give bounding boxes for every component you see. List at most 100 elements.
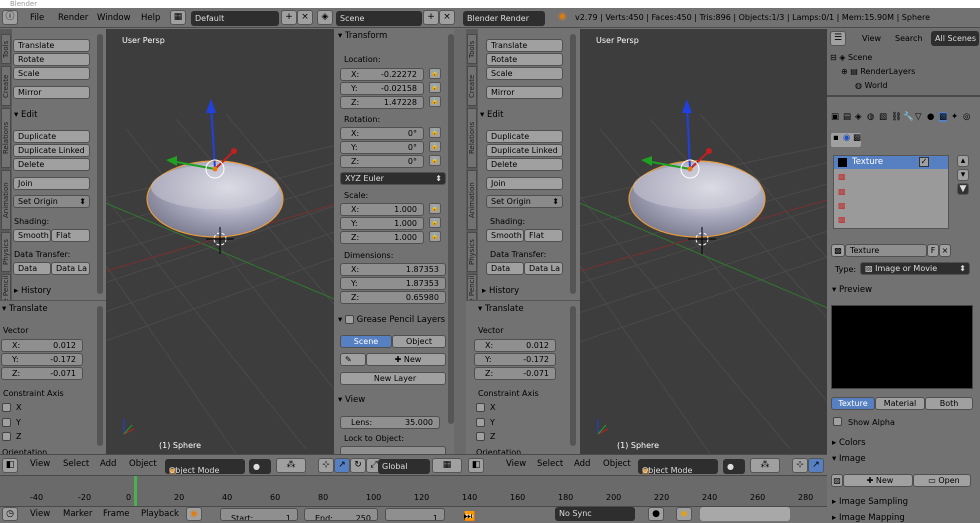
lock-icon[interactable]: 🔒 — [429, 141, 441, 152]
preview-range-icon[interactable]: ◉ — [186, 507, 202, 521]
layout-selector[interactable]: Default — [191, 11, 279, 26]
end-frame-field[interactable]: End: 250 — [304, 508, 378, 521]
mode-selector[interactable]: ▣ Object Mode — [165, 459, 245, 474]
constraint-z-checkbox[interactable] — [2, 432, 11, 441]
texture-enable-checkbox[interactable]: ✓ — [919, 157, 929, 167]
texture-slot-row[interactable]: Texture — [834, 156, 948, 169]
data-layout-button[interactable]: Data La — [51, 262, 90, 275]
location-z-field[interactable]: Z: 1.47228 — [340, 96, 424, 109]
lock-icon[interactable]: 🔒 — [429, 68, 441, 79]
render-engine-selector[interactable]: Blender Render — [463, 11, 545, 26]
mirror-button[interactable]: Mirror — [486, 86, 563, 99]
view-menu[interactable]: View — [506, 459, 526, 469]
view-menu[interactable]: View — [30, 459, 50, 469]
location-y-field[interactable]: Y: -0.02158 — [340, 82, 424, 95]
editor-type-3d-icon[interactable]: ◧ — [2, 458, 18, 473]
translate-button[interactable]: Translate — [486, 39, 563, 52]
texture-slot-list[interactable]: Texture ✓ ▩ ▩ ▩ ▩ — [833, 155, 949, 229]
set-origin-dropdown[interactable]: Set Origin ⬍ — [486, 195, 563, 208]
show-alpha-checkbox[interactable] — [833, 417, 842, 426]
scale-z-field[interactable]: Z: 1.000 — [340, 231, 424, 244]
scene-icon[interactable]: ◈ — [317, 10, 333, 25]
select-menu[interactable]: Select — [537, 459, 563, 469]
layout-icon[interactable]: ▦ — [170, 10, 186, 25]
texture-name-field[interactable]: Texture — [845, 244, 927, 257]
object-menu[interactable]: Object — [603, 459, 631, 469]
duplicate-linked-button[interactable]: Duplicate Linked — [486, 144, 563, 157]
playback-controls[interactable]: ⏮ ⏪ ◀ ▶ ⏩ ⏭ — [464, 508, 550, 522]
layers-icon[interactable]: ▦ — [432, 458, 462, 473]
history-panel-header[interactable]: ▸ History — [482, 286, 519, 296]
tool-shelf-scrollbar[interactable] — [97, 34, 103, 294]
image-browse-icon[interactable]: ▨ — [831, 474, 843, 487]
join-button[interactable]: Join — [13, 177, 90, 190]
data-button[interactable]: Data — [13, 262, 51, 275]
lock-icon[interactable]: 🔒 — [429, 217, 441, 228]
tab-tools[interactable]: Tools — [1, 34, 11, 64]
rotation-x-field[interactable]: X: 0° — [340, 127, 424, 140]
dimension-y-field[interactable]: Y: 1.87353 — [340, 277, 446, 290]
mode-selector[interactable]: ▣ Object Mode — [638, 459, 718, 474]
render-layers-icon[interactable]: ▤ — [843, 112, 851, 122]
constraint-x-checkbox[interactable] — [2, 403, 11, 412]
tab-physics[interactable]: Physics — [1, 232, 11, 272]
lock-icon[interactable]: 🔒 — [429, 203, 441, 214]
timeline-view-menu[interactable]: View — [30, 509, 50, 519]
slot-specials-icon[interactable]: ▼ — [957, 183, 969, 195]
shading-selector[interactable]: ● — [249, 459, 271, 474]
preview-panel-header[interactable]: ▾ Preview — [832, 285, 872, 295]
rotation-z-field[interactable]: Z: 0° — [340, 155, 424, 168]
delete-button[interactable]: Delete — [486, 158, 563, 171]
vector-z-field[interactable]: Z: -0.071 — [474, 367, 556, 380]
edit-panel-header[interactable]: ▾ Edit — [14, 110, 37, 120]
manipulator-icon[interactable]: ⊹ — [318, 458, 334, 473]
gp-scene-tab[interactable]: Scene — [340, 335, 392, 348]
info-editor-icon[interactable]: ⓘ — [2, 10, 18, 25]
lens-field[interactable]: Lens: 35.000 — [340, 416, 440, 429]
rotation-mode-dropdown[interactable]: XYZ Euler ⬍ — [340, 172, 446, 185]
move-down-icon[interactable]: ▾ — [957, 169, 969, 181]
vector-y-field[interactable]: Y: -0.172 — [474, 353, 556, 366]
pivot-icon[interactable]: ⁂ — [276, 458, 306, 473]
view-panel-header[interactable]: ▾ View — [338, 395, 365, 405]
empty-texture-slot-icon[interactable]: ▩ — [838, 201, 846, 210]
manipulator-icon[interactable]: ⊹ — [792, 458, 808, 473]
add-menu[interactable]: Add — [100, 459, 116, 469]
grease-pencil-layers-header[interactable]: ▾ Grease Pencil Layers — [338, 315, 445, 325]
lock-icon[interactable]: 🔒 — [429, 127, 441, 138]
grease-pencil-checkbox[interactable] — [344, 315, 354, 324]
empty-texture-slot-icon[interactable]: ▩ — [838, 172, 846, 181]
texture-context-buttons[interactable]: ▪ ◉ ▩ — [831, 133, 861, 147]
remove-layout-icon[interactable]: × — [297, 10, 313, 25]
vector-x-field[interactable]: X: 0.012 — [474, 339, 556, 352]
record-icon[interactable]: ● — [648, 507, 664, 521]
material-icon[interactable]: ◉ — [843, 133, 850, 143]
lock-icon[interactable]: 🔒 — [429, 231, 441, 242]
translate-manipulator-icon[interactable]: ↗ — [334, 458, 350, 473]
outliner-search-menu[interactable]: Search — [895, 34, 922, 43]
image-panel-header[interactable]: ▾ Image — [832, 454, 866, 464]
duplicate-button[interactable]: Duplicate — [486, 130, 563, 143]
delete-button[interactable]: Delete — [13, 158, 90, 171]
edit-panel-header[interactable]: ▾ Edit — [480, 110, 503, 120]
duplicate-button[interactable]: Duplicate — [13, 130, 90, 143]
add-scene-icon[interactable]: + — [423, 10, 439, 25]
transform-panel-header[interactable]: ▾ Transform — [338, 31, 387, 41]
smooth-button[interactable]: Smooth — [486, 229, 524, 242]
scale-x-field[interactable]: X: 1.000 — [340, 203, 424, 216]
operator-scrollbar[interactable] — [570, 306, 576, 446]
smooth-button[interactable]: Smooth — [13, 229, 51, 242]
new-layer-button[interactable]: New Layer — [340, 372, 446, 385]
data-icon[interactable]: ▽ — [915, 112, 922, 122]
keying-set-icon[interactable]: ◆ — [676, 507, 692, 521]
transform-orientation-selector[interactable]: Global — [378, 459, 430, 474]
tab-relations[interactable]: Relations — [467, 108, 477, 168]
world-icon[interactable]: ▪ — [833, 133, 839, 143]
join-button[interactable]: Join — [486, 177, 563, 190]
timeline-frame-menu[interactable]: Frame — [103, 509, 129, 519]
vector-y-field[interactable]: Y: -0.172 — [1, 353, 83, 366]
image-new-button[interactable]: ✚ New — [843, 474, 913, 487]
viewport-3d-left[interactable]: User Persp (1) Sphere — [106, 29, 334, 454]
menu-window[interactable]: Window — [97, 13, 131, 23]
lock-icon[interactable]: 🔒 — [429, 155, 441, 166]
